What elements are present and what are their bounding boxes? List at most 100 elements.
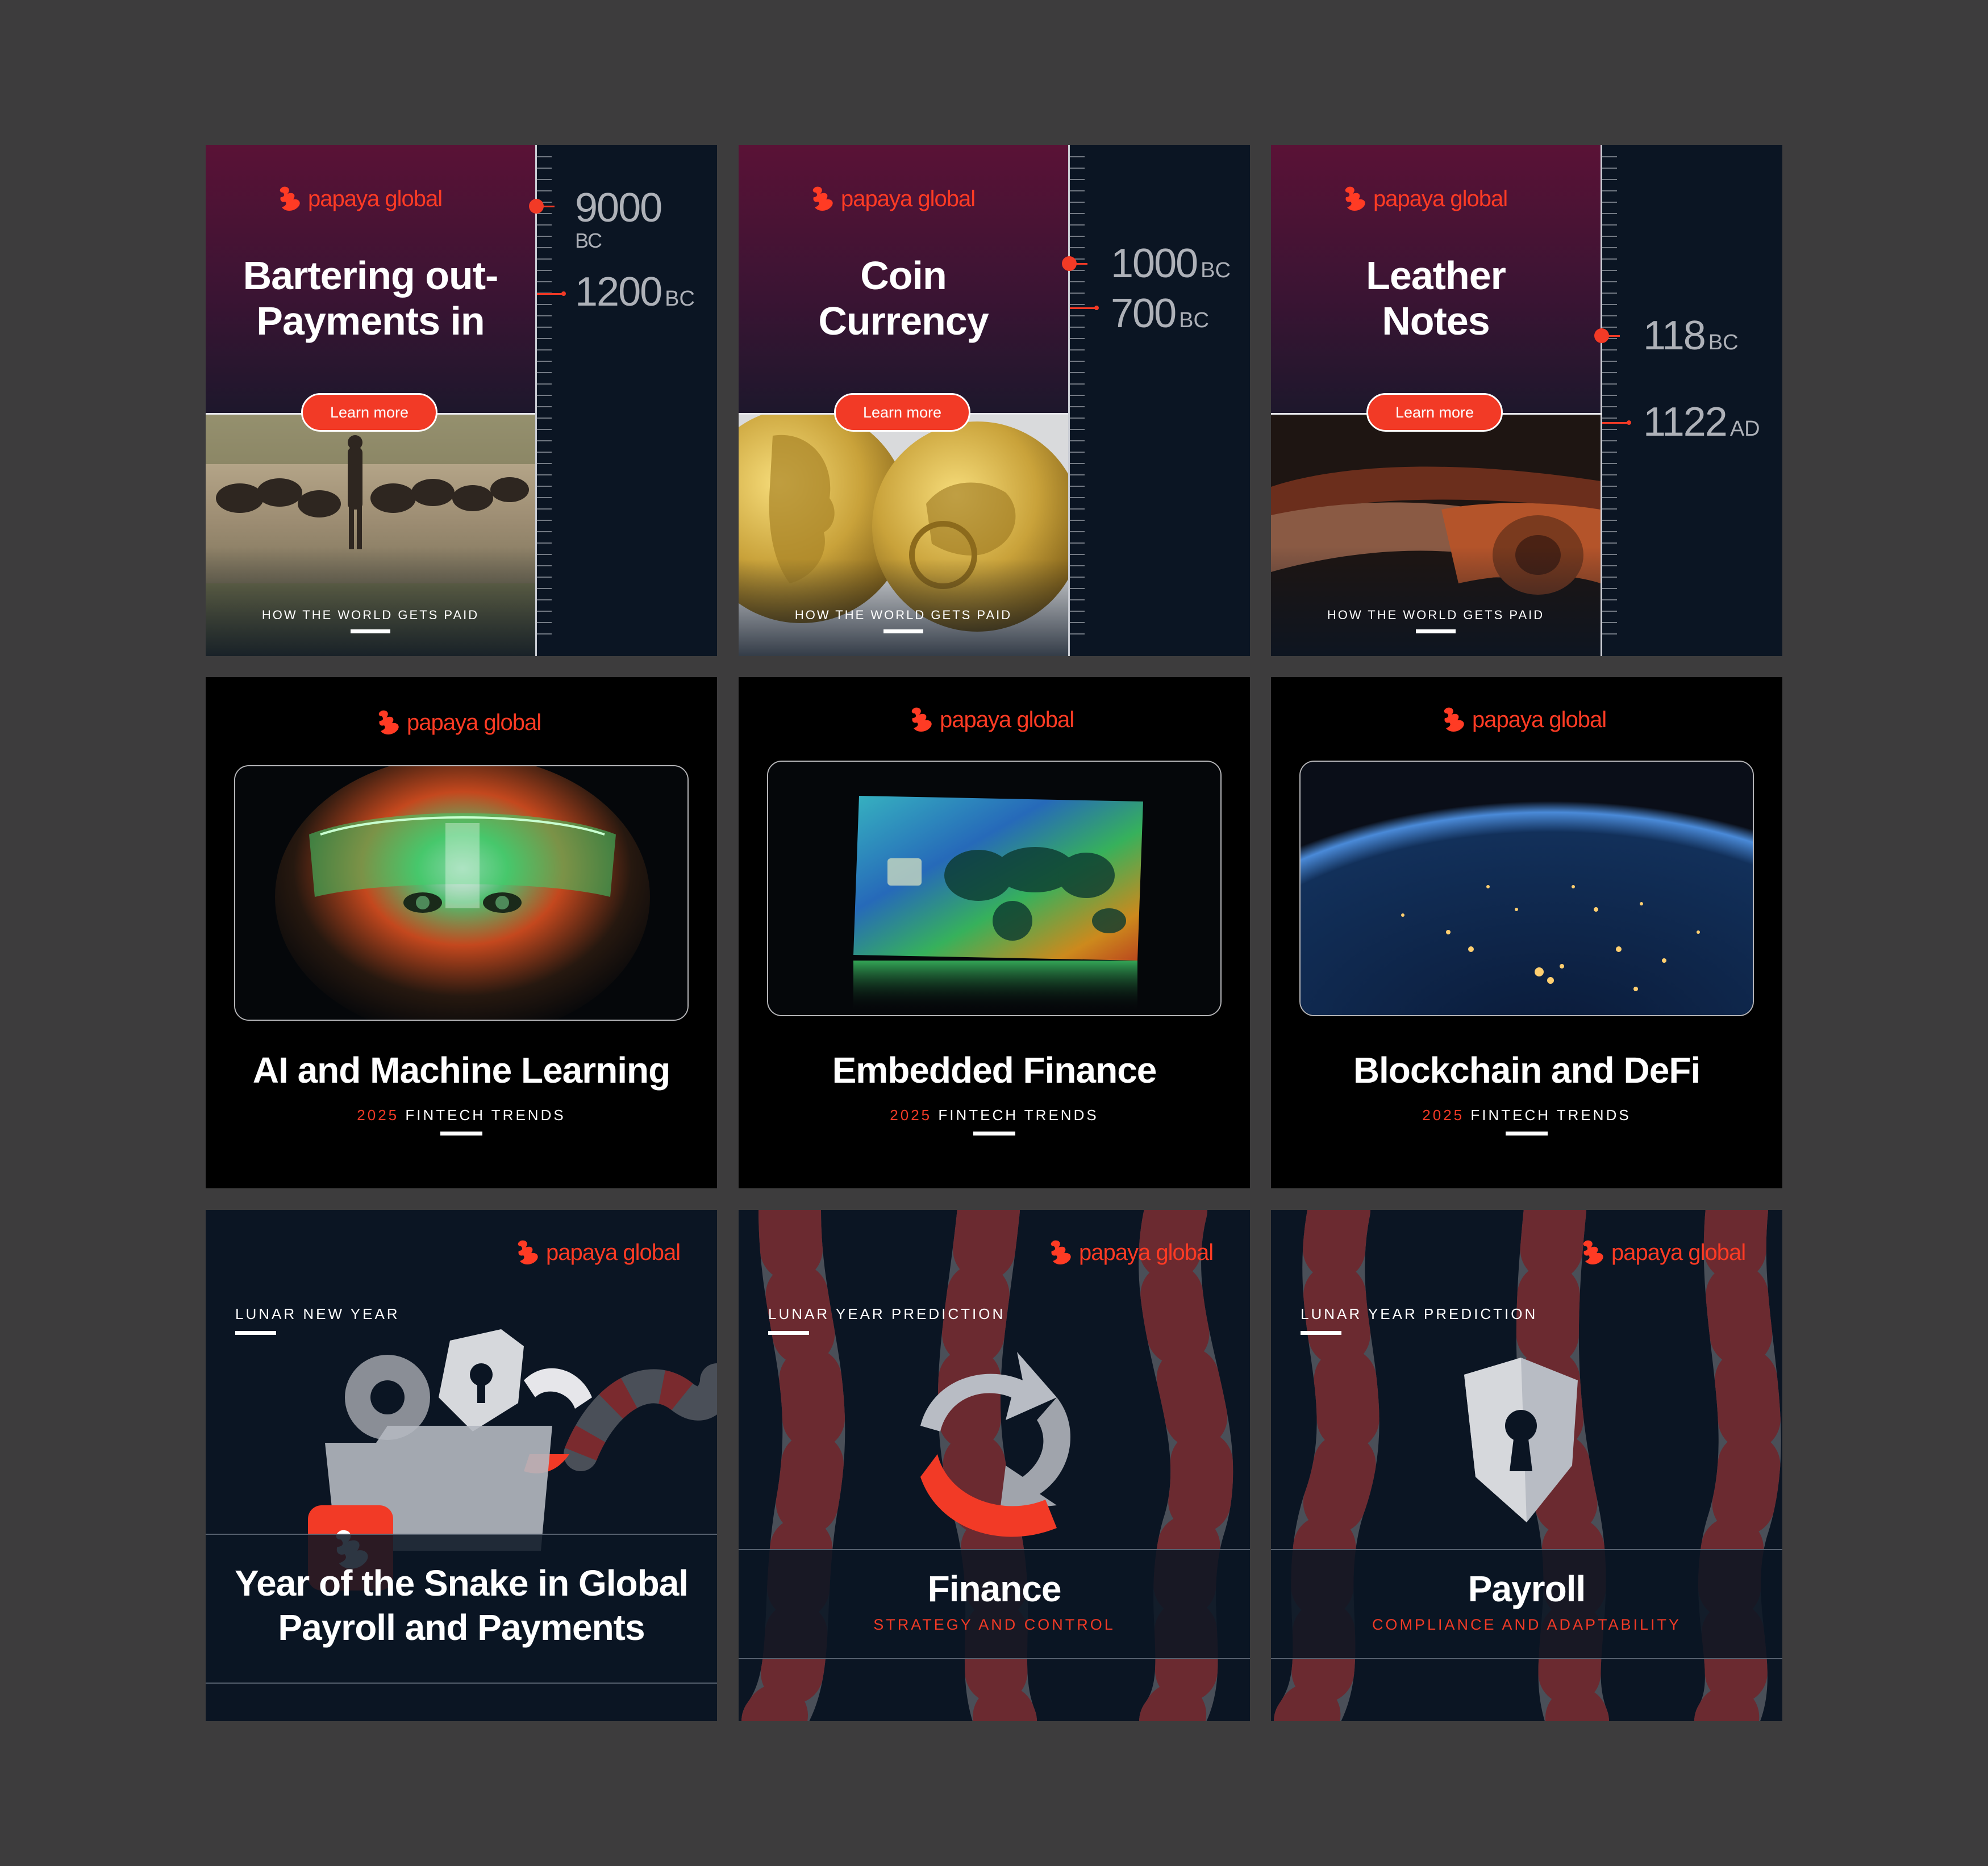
learn-more-button[interactable]: Learn more: [301, 393, 437, 432]
timeline-card-leather: papaya global Leather Notes Learn more H…: [1271, 145, 1782, 656]
logo-text: papaya global: [546, 1239, 681, 1265]
card-title: Bartering out- Payments in: [217, 253, 524, 344]
logo-text: papaya global: [407, 709, 541, 735]
trend-card-ai: papaya global AI and Machine Learning 20…: [206, 677, 717, 1188]
papaya-logo: papaya global: [1581, 1238, 1746, 1267]
papaya-logo: papaya global: [1048, 1238, 1214, 1267]
holographic-card-image: [767, 761, 1222, 1016]
timeline-era: BC: [575, 229, 602, 253]
marker-dot: [1627, 420, 1631, 425]
timeline-date: 700 BC: [1111, 290, 1209, 337]
papaya-logo-icon: [515, 1238, 541, 1267]
title-underline: [440, 1132, 482, 1136]
date-number: 1200: [575, 269, 662, 315]
timeline-date: 118 BC: [1643, 312, 1739, 359]
papaya-logo: papaya global: [376, 708, 541, 737]
card-kicker: LUNAR NEW YEAR: [235, 1305, 400, 1322]
date-era: BC: [665, 287, 695, 311]
timeline-panel: [1068, 145, 1250, 656]
trend-subtitle: 2025 FINTECH TRENDS: [206, 1107, 717, 1124]
papaya-logo-icon: [1048, 1238, 1074, 1267]
card-title: Leather Notes: [1282, 253, 1589, 344]
card-subtitle: COMPLIANCE AND ADAPTABILITY: [1372, 1616, 1682, 1633]
date-era: BC: [1201, 258, 1231, 282]
logo-text: papaya global: [1472, 707, 1607, 732]
timeline-date: 1200 BC: [575, 269, 695, 315]
date-era: AD: [1729, 417, 1760, 441]
logo-text: papaya global: [308, 186, 443, 211]
learn-more-button[interactable]: Learn more: [834, 393, 970, 432]
trend-card-embedded-finance: papaya global Embedded Finance 2025 FINT…: [739, 677, 1250, 1188]
papaya-logo: papaya global: [515, 1238, 681, 1267]
timeline-ticks: [1602, 156, 1617, 645]
trend-subtitle: 2025 FINTECH TRENDS: [1271, 1107, 1782, 1124]
marker-line: [537, 293, 562, 295]
timeline-ticks: [537, 156, 552, 645]
papaya-logo: papaya global: [810, 185, 976, 213]
footer-bar: [1416, 629, 1456, 633]
footer-tagline: HOW THE WORLD GETS PAID: [794, 608, 1012, 622]
card-kicker: LUNAR YEAR PREDICTION: [1301, 1305, 1538, 1322]
card-kicker: LUNAR YEAR PREDICTION: [768, 1305, 1006, 1322]
title-line: Leather: [1366, 253, 1506, 298]
marker-dot: [1094, 306, 1099, 310]
title-underline: [1506, 1132, 1548, 1136]
title-line: Coin: [860, 253, 947, 298]
papaya-logo: papaya global: [1343, 185, 1508, 213]
lunar-card-payroll: papaya global LUNAR YEAR PREDICTION Payr…: [1271, 1210, 1782, 1721]
papaya-logo-icon: [1343, 185, 1369, 213]
date-era: BC: [1708, 331, 1739, 354]
timeline-date: 1122 AD: [1643, 399, 1760, 445]
marker-dot: [561, 291, 566, 296]
papaya-logo: papaya global: [909, 706, 1074, 734]
logo-text: papaya global: [940, 707, 1074, 732]
trend-year: 2025: [890, 1107, 932, 1124]
date-number: 118: [1643, 313, 1706, 358]
footer-tagline: HOW THE WORLD GETS PAID: [261, 608, 480, 622]
title-line: Payroll and Payments: [278, 1607, 645, 1648]
trend-label: FINTECH TRENDS: [1470, 1107, 1631, 1124]
trend-title: Blockchain and DeFi: [1353, 1050, 1701, 1091]
papaya-logo-icon: [1581, 1238, 1607, 1267]
papaya-logo-icon: [376, 708, 402, 737]
title-line: Currency: [818, 299, 989, 343]
card-subtitle: STRATEGY AND CONTROL: [873, 1616, 1115, 1633]
marker-line: [1602, 422, 1627, 424]
date-era: BC: [1179, 308, 1209, 332]
trend-year: 2025: [1422, 1107, 1465, 1124]
footer-bar: [351, 629, 390, 633]
date-number: 1122: [1643, 399, 1728, 445]
footer-tagline: HOW THE WORLD GETS PAID: [1327, 608, 1545, 622]
date-number: 9000: [575, 185, 662, 231]
papaya-logo: papaya global: [1441, 706, 1607, 734]
title-line: Payments in: [256, 299, 485, 343]
kicker-bar: [768, 1331, 809, 1335]
papaya-logo-icon: [909, 706, 935, 734]
title-underline: [973, 1132, 1015, 1136]
date-number: 1000: [1111, 241, 1198, 286]
date-number: 700: [1111, 291, 1177, 336]
trend-card-blockchain: papaya global Blockchain and DeFi 2025 F…: [1271, 677, 1782, 1188]
kicker-bar: [1301, 1331, 1341, 1335]
trend-year: 2025: [357, 1107, 399, 1124]
timeline-card-coin: papaya global Coin Currency Learn more H…: [739, 145, 1250, 656]
timeline-card-bartering: papaya global Bartering out- Payments in: [206, 145, 717, 656]
papaya-logo-icon: [810, 185, 836, 213]
learn-more-button[interactable]: Learn more: [1366, 393, 1503, 432]
trend-title: Embedded Finance: [832, 1050, 1157, 1091]
lunar-card-finance: papaya global LUNAR YEAR PREDICTION Fina…: [739, 1210, 1250, 1721]
timeline-date: 1000 BC: [1111, 240, 1231, 287]
marker-line: [1070, 307, 1095, 309]
logo-text: papaya global: [1373, 186, 1508, 211]
trend-label: FINTECH TRENDS: [405, 1107, 566, 1124]
kicker-bar: [235, 1331, 276, 1335]
trend-label: FINTECH TRENDS: [938, 1107, 1099, 1124]
logo-text: papaya global: [841, 186, 976, 211]
papaya-logo-icon: [1441, 706, 1468, 734]
title-line: Bartering out-: [243, 253, 499, 298]
timeline-ticks: [1070, 156, 1085, 645]
logo-text: papaya global: [1079, 1239, 1214, 1265]
timeline-date: 9000: [575, 185, 662, 231]
papaya-logo: papaya global: [277, 185, 443, 213]
title-line: Year of the Snake in Global: [234, 1563, 689, 1604]
